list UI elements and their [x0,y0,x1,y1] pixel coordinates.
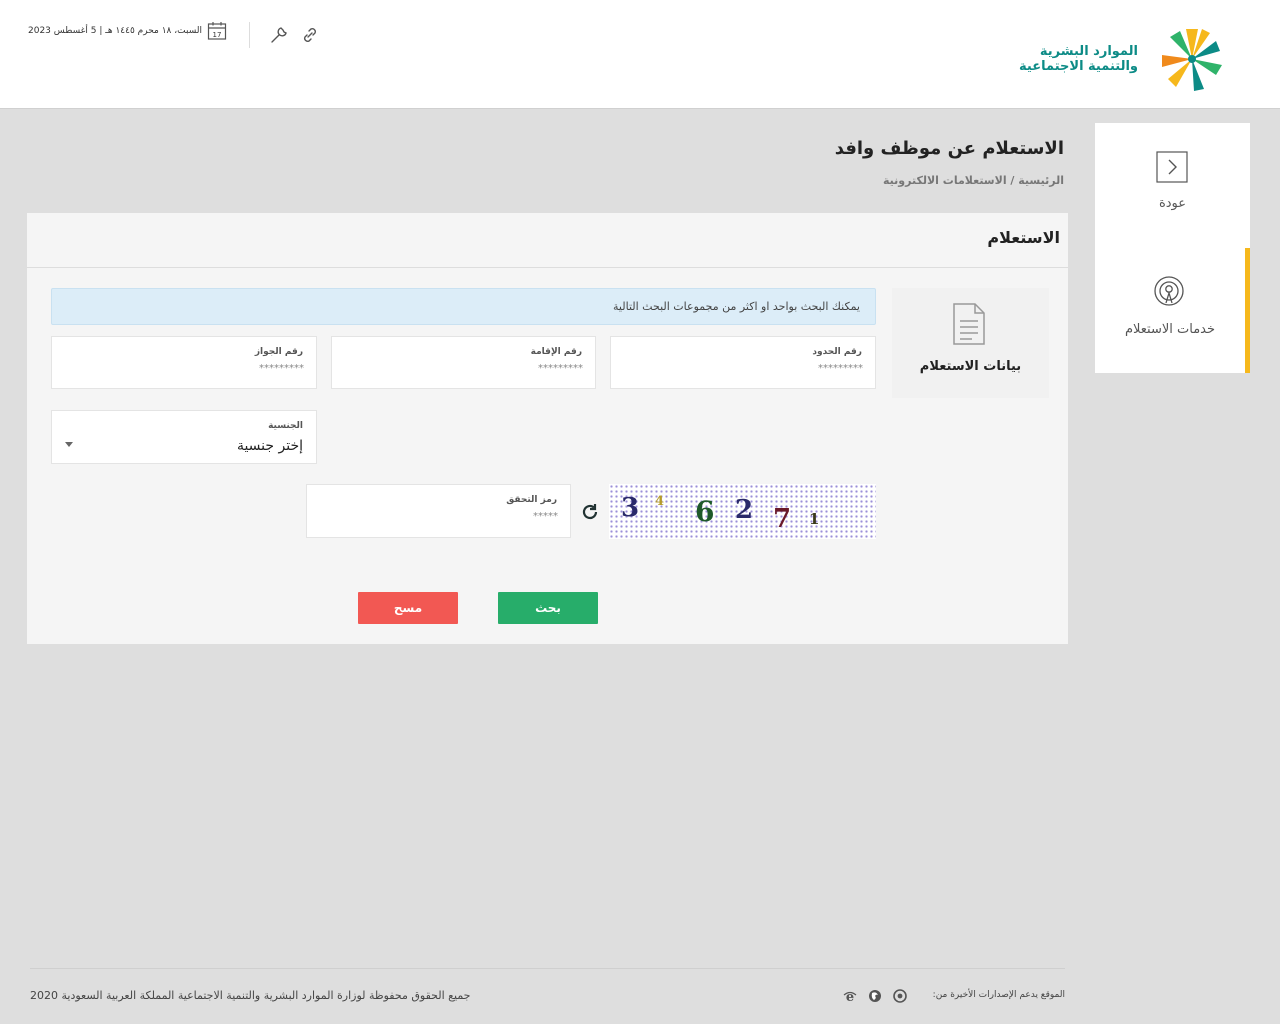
captcha-char-5: 7 [773,504,791,534]
back-nav-item[interactable]: عودة [1095,123,1250,248]
copyright-text: جميع الحقوق محفوظة لوزارة الموارد البشري… [30,989,471,1002]
captcha-field[interactable]: رمز التحقق [306,484,571,538]
chrome-icon[interactable] [893,989,907,1003]
calendar-day: 17 [213,31,222,39]
edge-icon[interactable]: e [843,989,857,1003]
document-icon [953,303,985,345]
logo-text-line1: الموارد البشرية [1039,44,1138,59]
border-number-input[interactable] [643,363,863,374]
logo-text: الموارد البشرية والتنمية الاجتماعية [1019,44,1138,74]
breadcrumb[interactable]: الرئيسية / الاستعلامات الالكترونية [883,174,1064,187]
ministry-logo[interactable]: الموارد البشرية والتنمية الاجتماعية [1019,26,1230,92]
inquiry-panel: الاستعلام بيانات الاستعلام يمكنك البحث ب… [27,213,1068,644]
nationality-select[interactable]: الجنسية إختر جنسية [51,410,317,464]
captcha-char-1: 3 [621,493,639,523]
passport-number-field[interactable]: رقم الجواز [51,336,317,389]
iqama-number-field[interactable]: رقم الإقامة [331,336,596,389]
passport-number-label: رقم الجواز [254,347,303,357]
panel-title: الاستعلام [987,228,1060,247]
inquiry-data-card: بيانات الاستعلام [892,288,1049,398]
nationality-selected-value[interactable]: إختر جنسية [237,438,303,454]
firefox-icon[interactable] [868,989,882,1003]
clear-button[interactable]: مسح [358,592,458,624]
captcha-input[interactable] [338,511,558,522]
header-divider [249,22,250,48]
iqama-number-input[interactable] [363,363,583,374]
captcha-char-3: 6 [695,495,714,528]
captcha-char-4: 2 [735,495,753,525]
refresh-icon[interactable] [580,502,600,522]
captcha-char-6: 1 [809,510,819,528]
caret-down-icon[interactable] [65,442,73,447]
broadcast-icon [1154,276,1184,306]
top-header: الموارد البشرية والتنمية الاجتماعية السب… [0,0,1280,109]
nationality-label: الجنسية [268,421,303,431]
calendar-icon[interactable]: 17 [207,21,227,41]
inquiry-data-label: بيانات الاستعلام [919,359,1022,374]
info-alert: يمكنك البحث بواحد او اكثر من مجموعات الب… [51,288,876,325]
border-number-field[interactable]: رقم الحدود [610,336,876,389]
services-label: خدمات الاستعلام [1124,322,1216,337]
footer-divider [30,968,1065,969]
date-display: السبت، ١٨ محرم ١٤٤٥ هـ | 5 أغسطس 2023 [28,26,202,36]
back-label: عودة [1158,196,1187,211]
wrench-icon[interactable] [270,26,288,44]
back-arrow-icon [1156,151,1188,183]
panel-header: الاستعلام [27,213,1068,268]
search-button[interactable]: بحث [498,592,598,624]
link-icon[interactable] [301,26,319,44]
captcha-char-2: 4 [655,494,664,509]
inquiry-services-nav-item[interactable]: خدمات الاستعلام [1095,248,1250,373]
captcha-label: رمز التحقق [506,495,557,505]
border-number-label: رقم الحدود [812,347,862,357]
side-navigation: عودة خدمات الاستعلام [1095,123,1250,373]
iqama-number-label: رقم الإقامة [530,347,582,357]
captcha-image: 3 4 6 2 7 1 [609,484,876,539]
logo-star-icon [1162,29,1222,91]
info-alert-text: يمكنك البحث بواحد او اكثر من مجموعات الب… [613,300,860,313]
page-title: الاستعلام عن موظف وافد [834,138,1064,159]
logo-text-line2: والتنمية الاجتماعية [1019,59,1138,74]
supported-browsers-label: الموقع يدعم الإصدارات الأخيرة من: [932,990,1065,1000]
passport-number-input[interactable] [84,363,304,374]
